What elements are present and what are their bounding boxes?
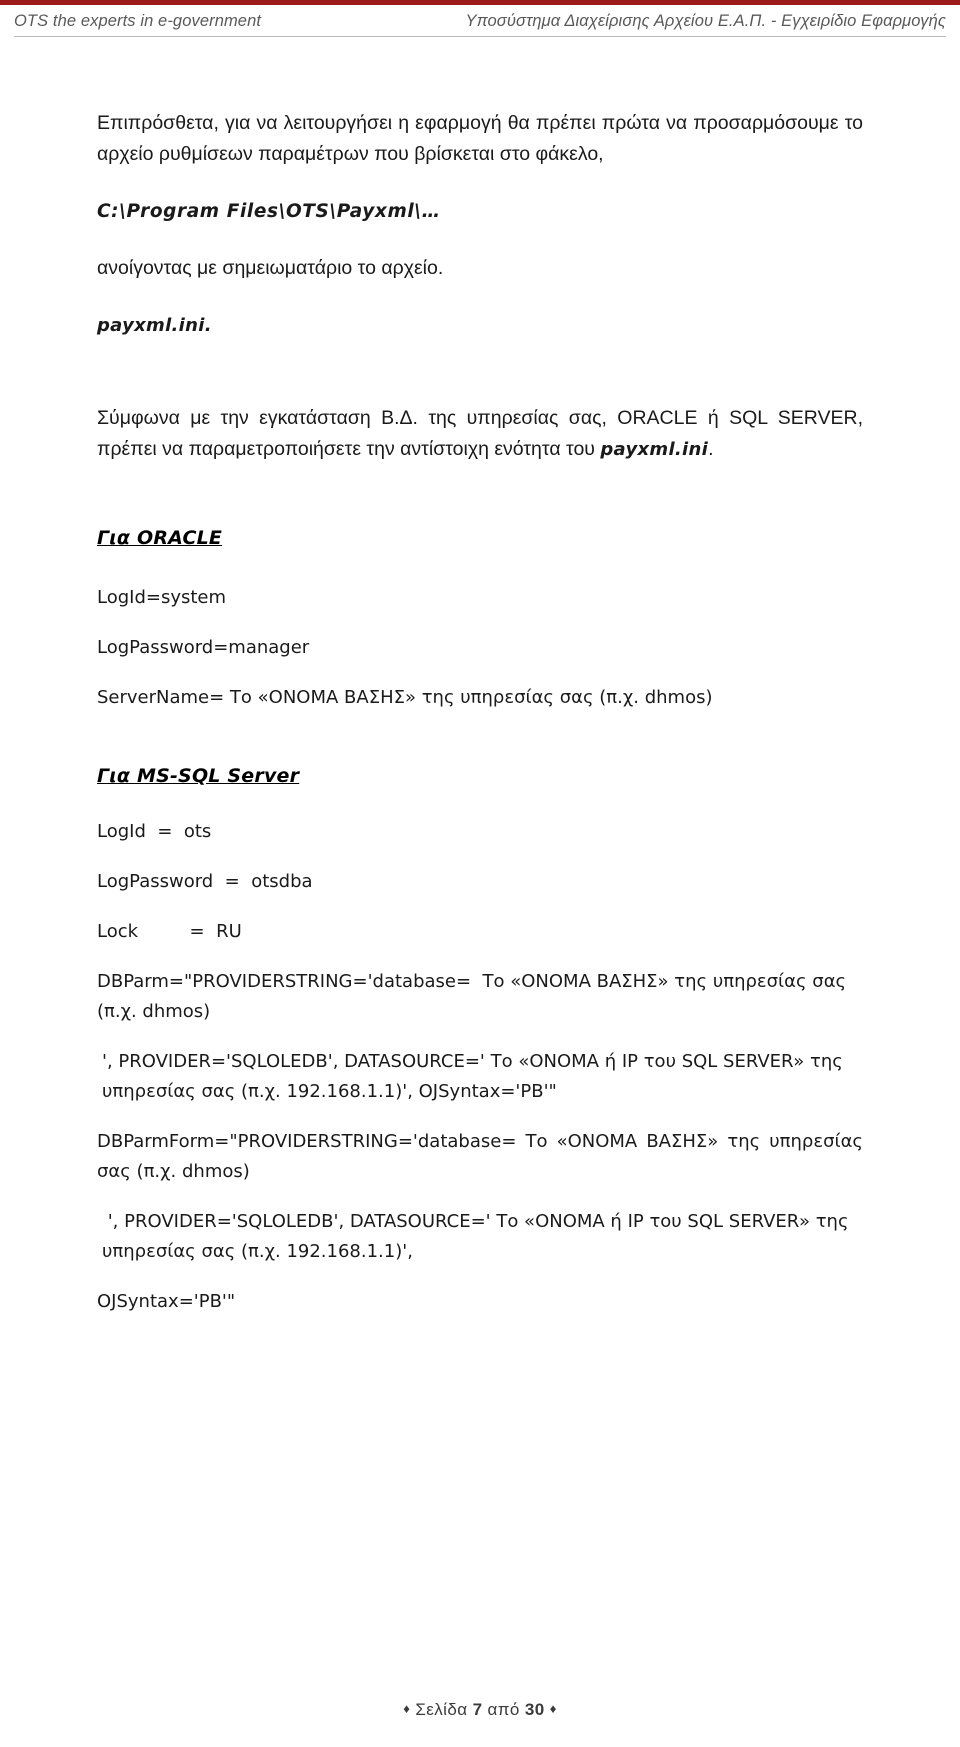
section-title-oracle: Για ORACLE [97, 527, 223, 549]
section-title-mssql: Για MS-SQL Server [97, 765, 300, 787]
document-body: Επιπρόσθετα, για να λειτουργήσει η εφαρμ… [97, 108, 863, 1317]
footer-diamond-left-icon: ♦ [403, 1701, 411, 1716]
mssql-dbparmform-continuation: ', PROVIDER='SQLOLEDB', DATASOURCE=' Το … [102, 1211, 855, 1262]
install-paragraph-part1: Σύμφωνα με την εγκατάσταση Β.Δ. της υπηρ… [97, 407, 863, 460]
install-paragraph: Σύμφωνα με την εγκατάσταση Β.Δ. της υπηρ… [97, 403, 863, 465]
open-notepad-line: ανοίγοντας με σημειωματάριο το αρχείο. [97, 257, 444, 279]
footer-page-label: Σελίδα [415, 1700, 468, 1719]
footer-total-pages: 30 [524, 1700, 545, 1719]
install-path-line: C:\Program Files\OTS\Payxml\… [97, 196, 863, 227]
install-paragraph-part2: . [708, 438, 714, 460]
header-document-title: Υποσύστημα Διαχείρισης Αρχείου Ε.Α.Π. - … [465, 12, 946, 30]
install-paragraph-filename: payxml.ini [600, 439, 709, 460]
ini-filename-line: payxml.ini. [97, 310, 863, 341]
oracle-config-line: ServerName= Το «ΟΝΟΜΑ ΒΑΣΗΣ» της υπηρεσί… [97, 687, 713, 708]
install-path-text: C:\Program Files\OTS\Payxml\… [97, 201, 441, 222]
oracle-config-line: LogPassword=manager [97, 637, 310, 658]
mssql-dbparm-continuation: ', PROVIDER='SQLOLEDB', DATASOURCE=' Το … [102, 1051, 849, 1102]
intro-paragraph: Επιπρόσθετα, για να λειτουργήσει η εφαρμ… [97, 112, 863, 165]
footer-diamond-right-icon: ♦ [549, 1701, 557, 1716]
mssql-config-line: LogPassword = otsdba [97, 871, 313, 892]
page-header: OTS the experts in e-government Υποσύστη… [0, 0, 960, 37]
mssql-dbparm-line: DBParm="PROVIDERSTRING='database= Το «ΟΝ… [97, 971, 852, 1022]
mssql-config-line: LogId = ots [97, 821, 212, 842]
ini-filename-text: payxml.ini. [97, 315, 212, 336]
header-company-tagline: OTS the experts in e-government [14, 12, 262, 30]
header-row: OTS the experts in e-government Υποσύστη… [14, 12, 946, 37]
page-footer: ♦ Σελίδα 7 από 30 ♦ [0, 1700, 960, 1720]
oracle-config-line: LogId=system [97, 587, 227, 608]
mssql-dbparmform-line: DBParmForm="PROVIDERSTRING='database= Το… [97, 1131, 863, 1182]
mssql-ojsyntax-line: OJSyntax='PB'" [97, 1291, 236, 1312]
mssql-config-line: Lock = RU [97, 921, 242, 942]
footer-page-number: 7 [472, 1700, 483, 1719]
footer-of-label: από [487, 1700, 520, 1719]
